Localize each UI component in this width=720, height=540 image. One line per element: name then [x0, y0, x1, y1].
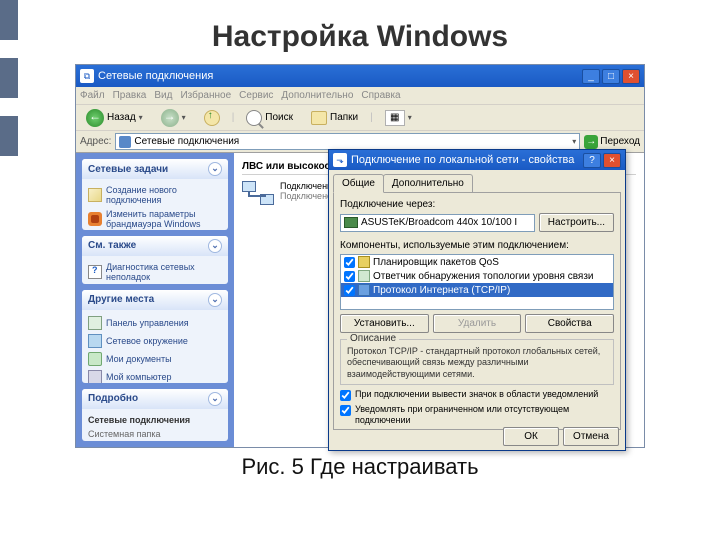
link-diagnostics[interactable]: Диагностика сетевых неполадок	[88, 260, 222, 284]
collapse-icon[interactable]: ⌄	[208, 392, 222, 406]
link-my-computer[interactable]: Мой компьютер	[88, 368, 222, 383]
slide-caption: Рис. 5 Где настраивать	[0, 448, 720, 486]
ok-button[interactable]: ОК	[503, 427, 559, 446]
nic-icon	[344, 217, 358, 228]
dialog-title: Подключение по локальной сети - свойства	[351, 154, 583, 166]
configure-button[interactable]: Настроить...	[539, 213, 614, 232]
collapse-icon[interactable]: ⌄	[208, 162, 222, 176]
properties-button[interactable]: Свойства	[525, 314, 614, 333]
task-firewall[interactable]: Изменить параметры брандмауэра Windows	[88, 207, 222, 230]
tcpip-icon	[358, 284, 370, 296]
search-button[interactable]: Поиск	[240, 107, 299, 129]
window-title: Сетевые подключения	[98, 70, 582, 82]
panel-see-also: См. также⌄ Диагностика сетевых неполадок	[82, 236, 228, 284]
go-icon: →	[584, 135, 598, 149]
cancel-button[interactable]: Отмена	[563, 427, 619, 446]
install-button[interactable]: Установить...	[340, 314, 429, 333]
maximize-button[interactable]: □	[602, 69, 620, 84]
component-lltd[interactable]: Ответчик обнаружения топологии уровня св…	[341, 269, 613, 283]
window-icon: ⧉	[80, 69, 94, 83]
components-listbox[interactable]: Планировщик пакетов QoS Ответчик обнаруж…	[340, 254, 614, 310]
qos-icon	[358, 256, 370, 268]
minimize-button[interactable]: _	[582, 69, 600, 84]
up-icon	[204, 110, 220, 126]
menu-help[interactable]: Справка	[361, 90, 400, 101]
forward-icon	[161, 109, 179, 127]
dialog-close-button[interactable]: ×	[603, 153, 621, 168]
panel-details: Подробно⌄ Сетевые подключения Системная …	[82, 389, 228, 441]
slide-title: Настройка Windows	[0, 0, 720, 64]
tab-body: Подключение через: ASUSTeK/Broadcom 440x…	[333, 192, 621, 430]
description-group: Описание Протокол TCP/IP - стандартный п…	[340, 339, 614, 385]
folders-icon	[311, 111, 327, 125]
back-icon	[86, 109, 104, 127]
components-label: Компоненты, используемые этим подключени…	[340, 240, 614, 251]
documents-icon	[88, 352, 102, 366]
computer-icon	[88, 370, 102, 383]
connect-via-label: Подключение через:	[340, 199, 614, 210]
dialog-icon: ⬎	[333, 153, 347, 167]
link-network-places[interactable]: Сетевое окружение	[88, 332, 222, 350]
notify-label: При подключении вывести значок в области…	[355, 389, 598, 400]
address-icon	[119, 136, 131, 148]
folders-button[interactable]: Папки	[305, 108, 364, 128]
back-button[interactable]: Назад▾	[80, 106, 149, 130]
component-tcpip[interactable]: Протокол Интернета (TCP/IP)	[341, 283, 613, 297]
limited-checkbox[interactable]	[340, 405, 351, 416]
address-label: Адрес:	[80, 136, 111, 147]
network-places-icon	[88, 334, 102, 348]
close-button[interactable]: ×	[622, 69, 640, 84]
dialog-titlebar[interactable]: ⬎ Подключение по локальной сети - свойст…	[329, 150, 625, 170]
go-button[interactable]: →Переход	[584, 135, 640, 149]
tab-advanced[interactable]: Дополнительно	[383, 174, 473, 192]
link-control-panel[interactable]: Панель управления	[88, 314, 222, 332]
description-text: Протокол TCP/IP - стандартный протокол г…	[347, 346, 600, 379]
address-field[interactable]: Сетевые подключения▾	[115, 133, 580, 150]
menubar: Файл Правка Вид Избранное Сервис Дополни…	[76, 87, 644, 105]
link-my-docs[interactable]: Мои документы	[88, 350, 222, 368]
dialog-help-button[interactable]: ?	[583, 153, 601, 168]
help-icon	[88, 265, 102, 279]
task-new-connection[interactable]: Создание нового подключения	[88, 183, 222, 207]
up-button[interactable]	[198, 107, 226, 129]
wizard-icon	[88, 188, 102, 202]
tcpip-checkbox[interactable]	[344, 285, 355, 296]
menu-edit[interactable]: Правка	[113, 90, 147, 101]
search-icon	[246, 110, 262, 126]
slide-rails	[0, 0, 18, 174]
forward-button[interactable]: ▾	[155, 106, 192, 130]
panel-network-tasks: Сетевые задачи⌄ Создание нового подключе…	[82, 159, 228, 230]
notify-checkbox[interactable]	[340, 390, 351, 401]
views-button[interactable]: ▦▾	[379, 107, 418, 129]
menu-file[interactable]: Файл	[80, 90, 105, 101]
limited-label: Уведомлять при ограниченном или отсутств…	[355, 404, 614, 426]
menu-view[interactable]: Вид	[154, 90, 172, 101]
window-titlebar[interactable]: ⧉ Сетевые подключения _ □ ×	[76, 65, 644, 87]
toolbar: Назад▾ ▾ | Поиск Папки | ▦▾	[76, 105, 644, 131]
menu-advanced[interactable]: Дополнительно	[281, 90, 353, 101]
lltd-icon	[358, 270, 370, 282]
adapter-field: ASUSTeK/Broadcom 440x 10/100 I	[340, 214, 535, 232]
tasks-sidebar: Сетевые задачи⌄ Создание нового подключе…	[76, 153, 234, 447]
tab-general[interactable]: Общие	[333, 174, 384, 193]
firewall-icon	[88, 212, 102, 226]
lltd-checkbox[interactable]	[344, 271, 355, 282]
control-panel-icon	[88, 316, 102, 330]
component-qos[interactable]: Планировщик пакетов QoS	[341, 255, 613, 269]
panel-other-places: Другие места⌄ Панель управления Сетевое …	[82, 290, 228, 383]
lan-connection-icon	[242, 181, 274, 209]
collapse-icon[interactable]: ⌄	[208, 293, 222, 307]
menu-favorites[interactable]: Избранное	[180, 90, 231, 101]
qos-checkbox[interactable]	[344, 257, 355, 268]
uninstall-button[interactable]: Удалить	[433, 314, 522, 333]
tabs: Общие Дополнительно	[329, 170, 625, 192]
views-icon: ▦	[385, 110, 405, 126]
collapse-icon[interactable]: ⌄	[208, 239, 222, 253]
explorer-window: ⧉ Сетевые подключения _ □ × Файл Правка …	[75, 64, 645, 448]
properties-dialog: ⬎ Подключение по локальной сети - свойст…	[328, 149, 626, 451]
menu-tools[interactable]: Сервис	[239, 90, 273, 101]
